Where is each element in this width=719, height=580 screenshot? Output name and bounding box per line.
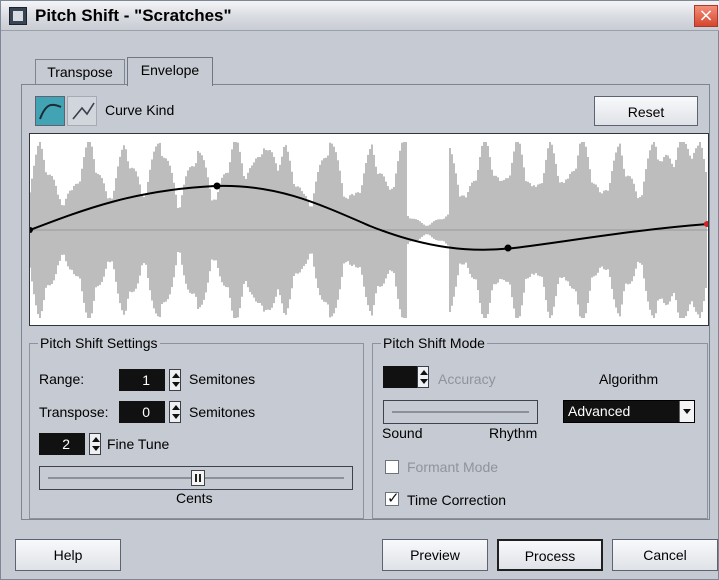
window-title: Pitch Shift - "Scratches"	[35, 6, 232, 25]
transpose-label: Transpose:	[39, 404, 109, 420]
fine-tune-label: Fine Tune	[107, 436, 170, 452]
formant-mode-checkbox[interactable]	[385, 460, 399, 474]
fine-tune-value[interactable]: 2	[39, 433, 85, 455]
sound-rhythm-slider[interactable]	[383, 400, 538, 424]
accuracy-stepper[interactable]	[383, 366, 432, 388]
range-stepper-arrows[interactable]	[169, 369, 181, 391]
range-unit-label: Semitones	[189, 371, 256, 387]
tab-transpose[interactable]: Transpose	[35, 59, 125, 86]
envelope-point[interactable]	[213, 182, 221, 190]
curve-kind-label: Curve Kind	[105, 102, 175, 118]
reset-button[interactable]: Reset	[594, 96, 698, 126]
envelope-point[interactable]	[504, 244, 512, 252]
linear-curve-icon[interactable]	[67, 96, 97, 126]
accuracy-label: Accuracy	[438, 371, 496, 387]
accuracy-stepper-arrows[interactable]	[417, 366, 429, 388]
pitch-shift-mode-title: Pitch Shift Mode	[381, 335, 487, 351]
time-correction-label: Time Correction	[407, 492, 507, 508]
slider-thumb[interactable]	[191, 470, 205, 486]
transpose-value[interactable]: 0	[119, 401, 165, 423]
cents-label: Cents	[176, 490, 213, 506]
sound-label: Sound	[382, 425, 423, 441]
envelope-waveform-editor[interactable]	[27, 133, 710, 326]
range-value[interactable]: 1	[119, 369, 165, 391]
transpose-stepper-arrows[interactable]	[169, 401, 181, 423]
range-label: Range:	[39, 371, 85, 387]
title-bar: Pitch Shift - "Scratches" ×	[1, 1, 719, 31]
algorithm-label: Algorithm	[599, 371, 659, 387]
time-correction-checkbox[interactable]	[385, 489, 400, 507]
fine-tune-stepper-arrows[interactable]	[89, 433, 101, 455]
range-stepper[interactable]: 1	[119, 369, 184, 391]
waveform-display	[27, 134, 710, 325]
chevron-down-icon[interactable]	[679, 401, 694, 422]
help-button[interactable]: Help	[15, 539, 121, 571]
pitch-shift-dialog: Pitch Shift - "Scratches" × Transpose En…	[0, 0, 719, 580]
pitch-shift-settings-title: Pitch Shift Settings	[38, 335, 160, 351]
transpose-unit-label: Semitones	[189, 404, 256, 420]
preview-button[interactable]: Preview	[382, 539, 488, 571]
tab-envelope[interactable]: Envelope	[127, 57, 213, 86]
algorithm-select[interactable]: Advanced	[563, 400, 695, 423]
fine-tune-stepper[interactable]: 2	[39, 433, 104, 455]
app-icon	[9, 7, 27, 25]
slider-track	[392, 411, 529, 413]
cancel-button[interactable]: Cancel	[612, 539, 718, 571]
close-icon[interactable]: ×	[694, 5, 718, 27]
process-button[interactable]: Process	[497, 539, 603, 571]
formant-mode-label: Formant Mode	[407, 459, 499, 475]
linear-curve-icon	[72, 102, 95, 120]
algorithm-select-value: Advanced	[568, 403, 631, 419]
fine-tune-cents-slider[interactable]	[39, 466, 353, 490]
spline-curve-icon[interactable]	[35, 96, 65, 126]
rhythm-label: Rhythm	[489, 425, 538, 441]
accuracy-value[interactable]	[383, 366, 417, 388]
transpose-stepper[interactable]: 0	[119, 401, 184, 423]
spline-curve-icon	[39, 103, 62, 120]
